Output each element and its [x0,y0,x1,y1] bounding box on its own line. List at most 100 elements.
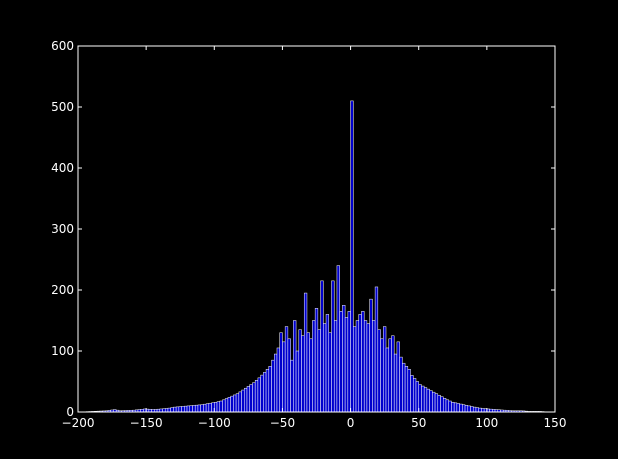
histogram-bar [271,359,275,413]
histogram-bar [230,395,234,413]
histogram-bar [241,389,245,413]
histogram-bar [358,314,362,413]
histogram-bar [219,400,223,413]
histogram-bar [298,329,302,413]
y-tick-label: 100 [51,344,74,358]
histogram-bar [216,401,220,413]
histogram-bar [410,375,414,413]
histogram-bar [235,393,240,413]
histogram-bar [276,347,280,413]
histogram-bar [445,399,449,413]
histogram-bar [344,317,349,413]
histogram-bar [393,353,398,413]
histogram-bar [178,406,182,413]
histogram-bar [339,311,343,413]
histogram-bar [194,404,199,413]
histogram-bar [197,404,201,413]
histogram-bar [323,323,327,413]
histogram-bar [254,380,259,413]
histogram-bar [312,320,316,413]
histogram-bar [432,391,436,413]
histogram-bar [462,404,466,413]
histogram-bar [385,347,389,413]
histogram-bar [437,394,441,413]
histogram-bar [347,311,351,413]
histogram-bar [284,326,289,413]
histogram-bar [203,403,207,413]
histogram-bar [467,405,471,413]
histogram-bar [246,386,250,413]
histogram-bar [353,326,357,413]
histogram-bar [325,314,330,413]
histogram-bar [423,387,428,413]
histogram-bar [451,401,455,413]
histogram-bar [470,406,474,413]
histogram-bar [342,305,346,413]
histogram-bar [443,398,447,413]
histogram-bar [374,286,379,413]
y-tick-label: 400 [51,161,74,175]
histogram-bar [164,408,169,413]
histogram-bar [252,382,256,413]
histogram-bar [314,308,319,413]
histogram-bar [434,393,439,413]
histogram-bar [257,377,261,413]
x-tick-label: 150 [544,416,567,430]
histogram-bar [192,405,196,413]
histogram-bar [222,399,226,413]
x-tick-label: −50 [270,416,295,430]
histogram-bar [274,353,278,413]
x-tick-label: 0 [347,416,355,430]
histogram-bar [268,366,272,413]
histogram-bar [303,292,308,413]
histogram-bar [366,323,370,413]
histogram-bar [189,405,193,413]
histogram-bar [475,407,479,413]
histogram-bar [328,332,332,413]
histogram-bar [383,326,387,413]
histogram-bar [287,338,291,413]
histogram-bar [369,298,373,413]
histogram-bar [309,338,313,413]
histogram-bar [429,390,433,413]
histogram-bar [418,384,422,413]
histogram-bar [317,329,321,413]
histogram-bar [388,338,392,413]
histogram-bar [399,356,403,413]
histogram-bar [426,388,430,413]
histogram-bar [448,400,452,413]
histogram-bar [265,369,270,413]
histogram-bar [331,280,335,413]
histogram-bar [456,403,460,413]
histogram-bar [440,396,444,413]
histogram-bar [260,374,264,413]
histogram-bar [306,332,310,413]
histogram-bar [244,387,248,413]
histogram-chart: −200 −150 −100 −50 0 50 100 150 010020030040050… [0,0,618,459]
histogram-bar [186,405,191,413]
histogram-bar [238,391,242,413]
histogram-bar [391,335,395,413]
histogram-bar [301,335,305,413]
y-tick-label: 500 [51,100,74,114]
histogram-bar [459,403,463,413]
histogram-bar [407,369,411,413]
histogram-bar [227,397,231,413]
histogram-bar [413,378,417,413]
y-tick-label: 200 [51,283,74,297]
histogram-bar [295,350,300,413]
histogram-bar [320,280,324,413]
y-tick-label: 300 [51,222,74,236]
histogram-bar [363,320,368,413]
histogram-bar [472,406,477,413]
x-tick-label: 50 [411,416,426,430]
y-tick-label: 0 [66,405,74,419]
y-tick-label: 600 [51,39,74,53]
histogram-bar [181,406,185,413]
histogram-bar [404,366,409,413]
histogram-bar [372,320,376,413]
histogram-bar [279,332,283,413]
histogram-bar [453,402,458,413]
histogram-bar [170,407,174,413]
x-tick-label: −150 [130,416,163,430]
